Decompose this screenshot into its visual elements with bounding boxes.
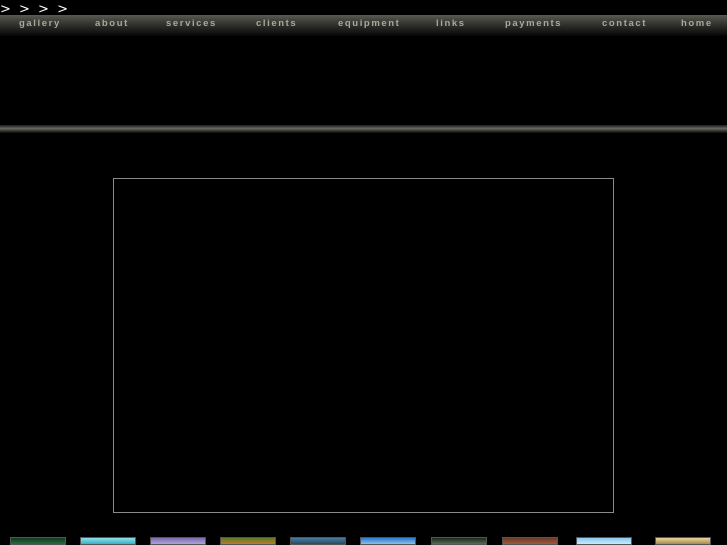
nav-about[interactable]: about (95, 18, 129, 29)
nav-home[interactable]: home (681, 18, 713, 29)
nav-bar: gallery about services clients equipment… (0, 15, 727, 36)
nav-links[interactable]: links (436, 18, 466, 29)
thumbnail-autumn-foliage[interactable] (220, 537, 276, 545)
thumbnail-blue-sky[interactable] (360, 537, 416, 545)
nav-services[interactable]: services (166, 18, 217, 29)
thumbnail-purple-flowers[interactable] (150, 537, 206, 545)
thumbnail-forest-green[interactable] (10, 537, 66, 545)
image-viewer (113, 178, 614, 513)
nav-contact[interactable]: contact (602, 18, 647, 29)
thumbnail-dark-landscape[interactable] (431, 537, 487, 545)
thumbnail-golden-light[interactable] (655, 537, 711, 545)
page: > > > > gallery about services clients e… (0, 0, 727, 545)
nav-clients[interactable]: clients (256, 18, 297, 29)
thumbnail-pale-sky[interactable] (576, 537, 632, 545)
header-divider (0, 125, 727, 133)
nav-equipment[interactable]: equipment (338, 18, 400, 29)
thumbnail-sky-cyan[interactable] (80, 537, 136, 545)
nav-gallery[interactable]: gallery (19, 18, 61, 29)
thumbnail-palm-trees[interactable] (290, 537, 346, 545)
thumbnail-red-rocks[interactable] (502, 537, 558, 545)
nav-payments[interactable]: payments (505, 18, 562, 29)
